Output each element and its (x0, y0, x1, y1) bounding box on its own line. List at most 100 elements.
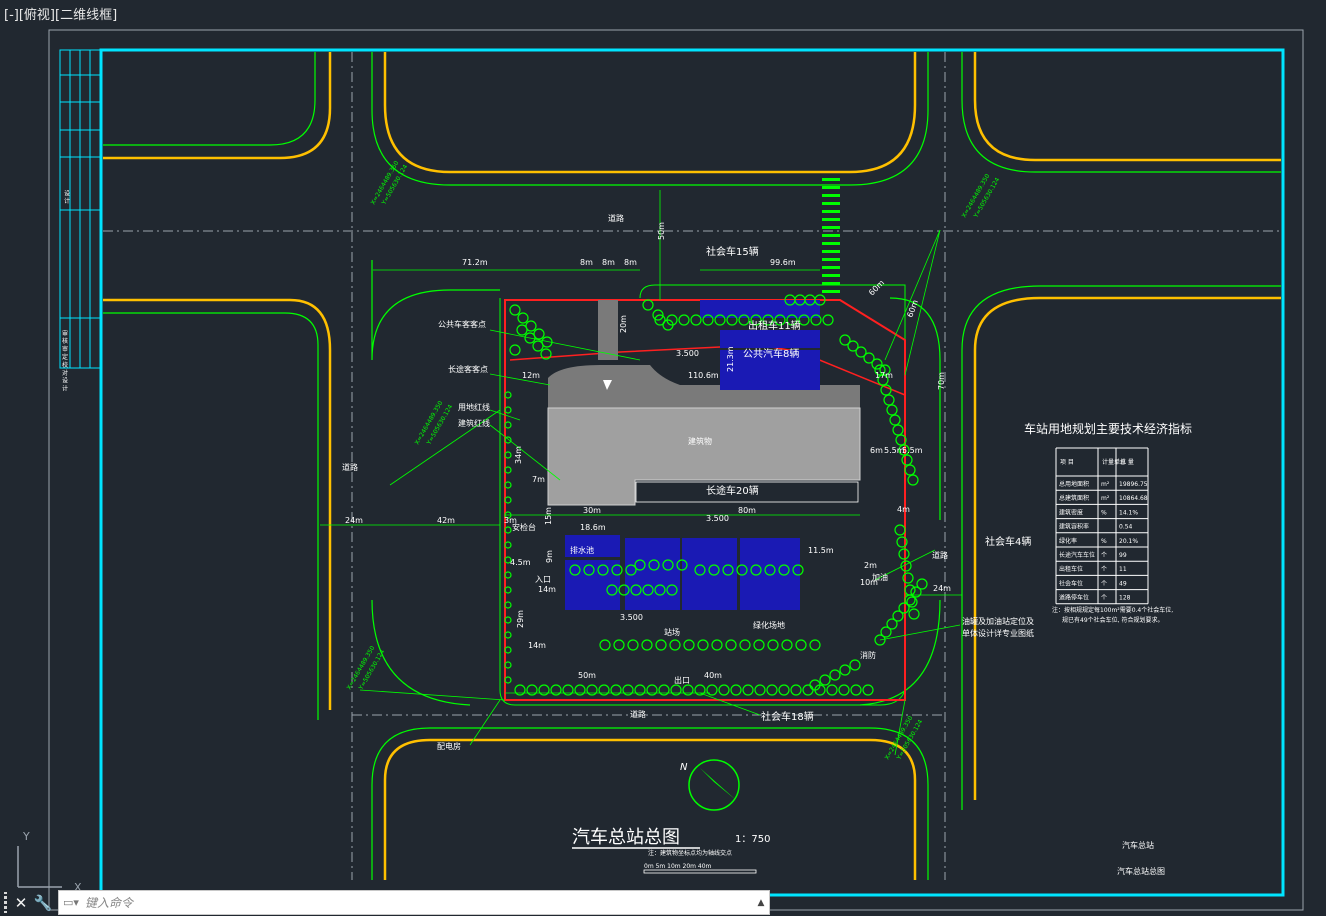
tree-symbol (646, 684, 658, 696)
command-input[interactable] (83, 891, 753, 914)
dim-60m-b: 60m (905, 299, 920, 319)
tree-symbol (516, 324, 528, 336)
leader-lines (359, 229, 961, 756)
table-header-cell: 总 量 (1120, 458, 1134, 466)
tree-symbol (655, 639, 667, 651)
command-prompt-icon[interactable]: ▭▾ (59, 894, 83, 912)
label-bus-8: 公共汽车8辆 (743, 347, 799, 360)
dim-34m: 34m (514, 446, 523, 464)
side-table-label-1: 设 计 (63, 189, 70, 205)
label-rail: 油罐及加油站定位及 (962, 616, 1034, 626)
label-long-stop: 长途客客点 (448, 364, 488, 374)
command-history-up-icon[interactable]: ▲ (753, 898, 769, 908)
command-grip-handle[interactable] (0, 891, 10, 914)
tree-symbol (790, 684, 802, 696)
road-label-bottom: 道路 (630, 709, 646, 719)
table-cell: 个 (1101, 595, 1107, 602)
side-table-label-2: 审 核 审 定 校 对 设 计 (61, 329, 68, 392)
tree-symbol (766, 684, 778, 696)
tree-symbol (669, 639, 681, 651)
ucs-icon (17, 846, 62, 888)
table-cell: 绿化率 (1059, 537, 1077, 545)
tree-symbol (809, 639, 821, 651)
settings-icon[interactable]: 🔧 (32, 892, 54, 914)
main-building (547, 407, 861, 506)
tree-symbol (819, 674, 831, 686)
tree-symbol (894, 524, 906, 536)
tree-symbol (532, 340, 544, 352)
table-cell: 个 (1101, 552, 1107, 559)
table-cell: 10864.68 (1119, 495, 1148, 502)
dim-40m: 40m (704, 671, 722, 680)
tree-symbol (904, 464, 916, 476)
tree-symbol (634, 684, 646, 696)
dim-110-6m: 110.6m (688, 371, 719, 380)
label-social-4: 社会车4辆 (985, 535, 1031, 548)
tree-symbol (690, 314, 702, 326)
dim-14m-b: 14m (528, 641, 546, 650)
tree-symbol (509, 344, 521, 356)
close-icon[interactable]: ✕ (10, 892, 32, 914)
dim-24m-right: 24m (933, 584, 951, 593)
command-input-box[interactable]: ▭▾ ▲ (58, 890, 770, 915)
dim-12m: 12m (522, 371, 540, 380)
tree-symbol (538, 684, 550, 696)
tree-symbol (509, 304, 521, 316)
label-hydrant: 消防 (860, 650, 876, 660)
table-cell: 总建筑面积 (1059, 494, 1089, 502)
label-green: 绿化场地 (753, 620, 785, 630)
label-build-red: 建筑红线 (458, 418, 490, 428)
tree-symbol (706, 684, 718, 696)
tree-symbol (739, 639, 751, 651)
label-power: 配电房 (437, 741, 461, 751)
tree-symbol (550, 684, 562, 696)
tree-symbol (904, 584, 916, 596)
label-social-15: 社会车15辆 (706, 245, 759, 258)
tree-symbol (839, 664, 851, 676)
tree-symbol (892, 424, 904, 436)
dim-4-5m: 4.5m (510, 558, 531, 567)
tree-symbol (678, 314, 690, 326)
tree-symbol (627, 639, 639, 651)
tree-symbol (526, 684, 538, 696)
tree-symbol (901, 454, 913, 466)
table-cell: 11 (1119, 566, 1127, 573)
tree-symbol (517, 312, 529, 324)
drawing-canvas[interactable]: 设 计 审 核 审 定 校 对 设 计 道路 道路 道路 道路 社会车15辆 9… (0, 0, 1326, 916)
north-arrow: N (680, 759, 740, 811)
drawing-title: 汽车总站总图 (572, 827, 680, 848)
table-cell: 建筑密度 (1059, 508, 1083, 516)
command-line: ✕ 🔧 ▭▾ ▲ (0, 889, 770, 916)
label-rail-2: 单体设计详专业图纸 (962, 628, 1034, 638)
label-gate: 安检台 (512, 522, 536, 532)
tree-symbol (598, 684, 610, 696)
tree-symbol (822, 314, 834, 326)
label-long-20: 长途车20辆 (706, 484, 759, 497)
tree-symbol (670, 684, 682, 696)
label-entrance: 入口 (535, 575, 551, 584)
dim-6m: 6m (870, 446, 883, 455)
table-cell: 20.1% (1119, 538, 1138, 545)
dim-71-2m: 71.2m (462, 258, 488, 267)
table-cell: 14.1% (1119, 509, 1138, 516)
dim-4m: 4m (897, 505, 910, 514)
road-label-top: 道路 (608, 213, 624, 223)
road-label-left: 道路 (342, 462, 358, 472)
table-cell: 总用地面积 (1059, 480, 1089, 488)
scale-bar (643, 869, 757, 874)
tree-symbol (767, 639, 779, 651)
tree-symbol (514, 684, 526, 696)
dim-21-3m: 21.3m (726, 346, 735, 372)
tree-symbol (613, 639, 625, 651)
dim-70m: 70m (937, 372, 946, 390)
project-name: 汽车总站 (1122, 840, 1154, 850)
label-social-18: 社会车18辆 (761, 710, 814, 723)
table-cell: % (1101, 509, 1107, 516)
tree-symbol (697, 639, 709, 651)
tree-symbol (642, 299, 654, 311)
table-cell: 出租车位 (1059, 565, 1083, 573)
ucs-y-label: Y (22, 830, 30, 843)
tree-symbol (742, 684, 754, 696)
table-header-cell: 项 目 (1060, 459, 1074, 466)
table-cell: 道路停车位 (1059, 594, 1089, 602)
